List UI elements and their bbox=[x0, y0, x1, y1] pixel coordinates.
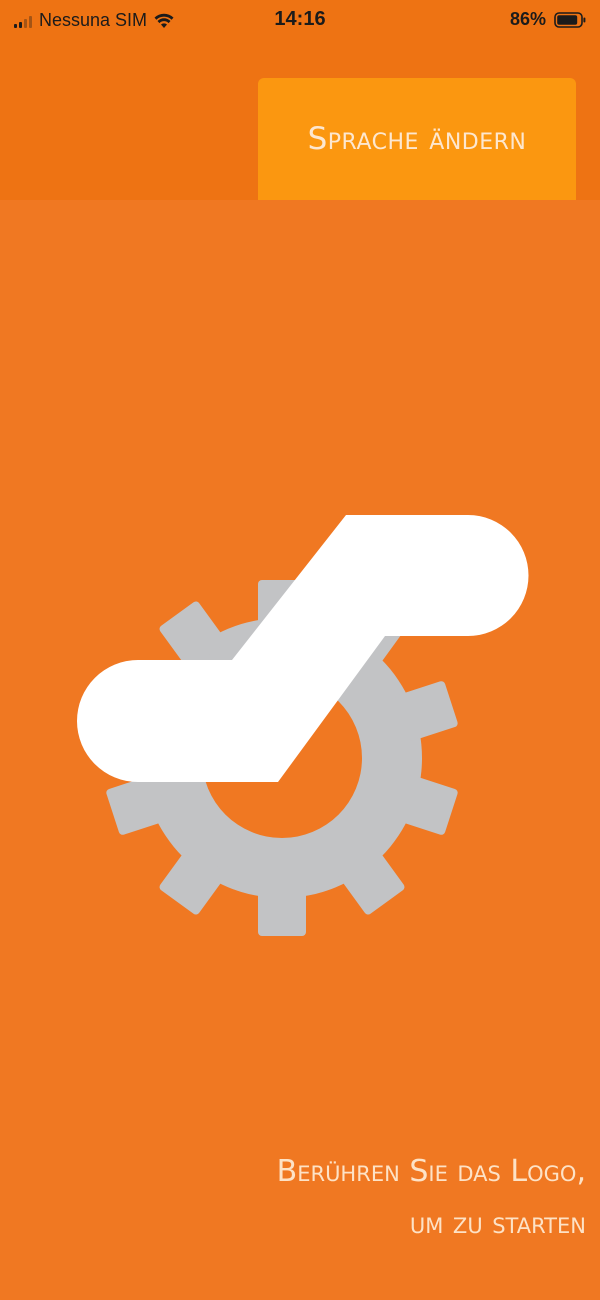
battery-icon bbox=[554, 11, 586, 28]
header: Nessuna SIM 14:16 86% Sprache ändern bbox=[0, 0, 600, 200]
status-right: 86% bbox=[510, 9, 586, 30]
start-hint-line-1: Berühren Sie das Logo, bbox=[276, 1154, 586, 1189]
start-hint: Berühren Sie das Logo, um zu starten bbox=[166, 1146, 586, 1250]
signal-icon bbox=[14, 14, 32, 28]
carrier-label: Nessuna SIM bbox=[39, 10, 148, 30]
start-logo-button[interactable] bbox=[60, 500, 540, 940]
status-bar: Nessuna SIM 14:16 86% bbox=[0, 0, 600, 44]
status-left: Nessuna SIM bbox=[14, 10, 174, 31]
change-language-button[interactable]: Sprache ändern bbox=[258, 78, 576, 200]
start-hint-line-2: um zu starten bbox=[409, 1206, 586, 1241]
battery-percentage: 86% bbox=[509, 9, 546, 29]
start-screen: Nessuna SIM 14:16 86% Sprache ändern Ber… bbox=[0, 0, 600, 1300]
wifi-icon bbox=[154, 13, 174, 28]
gear-logo-icon bbox=[77, 515, 529, 936]
